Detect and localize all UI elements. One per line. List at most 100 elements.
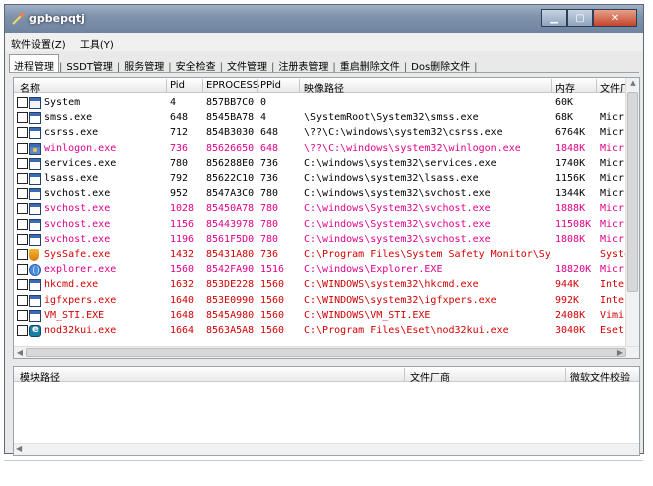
process-list[interactable]: 名称 Pid EPROCESS PPid 映像路径 内存 文件厂 System 4…	[13, 77, 640, 359]
tab-process[interactable]: 进程管理	[9, 54, 59, 73]
cell-ppid: 1516	[260, 264, 285, 276]
cell-ppid: 736	[260, 173, 279, 184]
app-window-icon	[29, 188, 41, 201]
col-module-vendor[interactable]: 文件厂商	[410, 369, 450, 384]
maximize-button[interactable]: ▢	[567, 9, 593, 27]
process-row[interactable]: smss.exe 648 8545BA78 4 \SystemRoot\System32…	[14, 110, 639, 125]
module-list[interactable]: 模块路径 文件厂商 微软文件校验 ◀	[13, 366, 640, 456]
cell-path: C:\WINDOWS\VM_STI.EXE	[304, 309, 431, 321]
process-row[interactable]: hkcmd.exe 1632 853DE228 1560 C:\WINDOWS\syst…	[14, 277, 639, 292]
cell-eprocess: 8561F5D0	[206, 233, 255, 245]
tab-files[interactable]: 文件管理	[223, 55, 271, 73]
minimize-button[interactable]: ▁	[541, 9, 567, 27]
cell-ppid: 648	[260, 142, 279, 154]
process-row[interactable]: lsass.exe 792 85622C10 736 C:\windows\system…	[14, 171, 639, 186]
cell-name: smss.exe	[44, 112, 93, 124]
col-name[interactable]: 名称	[20, 80, 40, 95]
explorer-icon	[29, 264, 41, 277]
cell-ppid: 780	[260, 233, 279, 245]
row-checkbox[interactable]	[17, 112, 28, 124]
cell-vendor: Micr	[600, 264, 625, 276]
cell-name: hkcmd.exe	[44, 279, 99, 291]
process-row[interactable]: svchost.exe 1028 85450A78 780 C:\windows\Sys…	[14, 201, 639, 216]
process-row[interactable]: System 4 857BB7C0 0 60K	[14, 95, 639, 110]
row-checkbox[interactable]	[17, 249, 28, 260]
process-row[interactable]: winlogon.exe 736 85626650 648 \??\C:\windows…	[14, 141, 639, 156]
process-row[interactable]: explorer.exe 1560 8542FA90 1516 C:\windows\E…	[14, 262, 639, 277]
tab-security[interactable]: 安全检查	[172, 55, 220, 73]
tab-dos-delete[interactable]: Dos删除文件	[407, 55, 474, 73]
cell-vendor: Vimic	[600, 309, 626, 321]
cell-eprocess: 856288E0	[206, 157, 255, 169]
cell-path: C:\windows\System32\svchost.exe	[304, 218, 491, 230]
cell-name: explorer.exe	[44, 264, 117, 276]
process-row[interactable]: nod32kui.exe 1664 8563A5A8 1560 C:\Program F…	[14, 323, 639, 338]
cell-vendor: Micr	[600, 233, 625, 245]
cell-vendor: Intel	[600, 279, 626, 291]
cell-vendor: Intel	[600, 294, 626, 306]
cell-ppid: 780	[260, 203, 279, 215]
cell-ppid: 648	[260, 127, 279, 139]
menu-settings[interactable]: 软件设置(Z)	[5, 33, 71, 51]
process-row[interactable]: svchost.exe 952 8547A3C0 780 C:\windows\syst…	[14, 186, 639, 201]
title-bar[interactable]: gpbepqtj ▁ ▢ ✕	[5, 5, 643, 33]
row-checkbox[interactable]	[17, 233, 28, 245]
row-checkbox[interactable]	[17, 97, 28, 108]
row-checkbox[interactable]	[17, 325, 28, 336]
tab-ssdt[interactable]: SSDT管理	[62, 55, 117, 73]
module-horizontal-scrollbar[interactable]: ◀	[14, 443, 639, 455]
process-row[interactable]: igfxpers.exe 1640 853E0990 1560 C:\WINDOWS\s…	[14, 293, 639, 308]
cell-vendor: Micr	[600, 157, 625, 169]
col-pid[interactable]: Pid	[170, 80, 185, 91]
col-eprocess[interactable]: EPROCESS	[206, 80, 259, 91]
vertical-scrollbar[interactable]: ▲	[625, 78, 639, 348]
row-checkbox[interactable]	[17, 264, 28, 276]
cell-ppid: 1560	[260, 294, 285, 306]
process-row[interactable]: csrss.exe 712 854B3030 648 \??\C:\windows\sy…	[14, 125, 639, 140]
process-row[interactable]: VM_STI.EXE 1648 8545A980 1560 C:\WINDOWS\VM_…	[14, 308, 639, 323]
system-icon	[29, 97, 41, 109]
tab-registry[interactable]: 注册表管理	[274, 55, 332, 73]
col-module-verify[interactable]: 微软文件校验	[570, 369, 630, 384]
shield-icon	[29, 249, 41, 261]
cell-ppid: 780	[260, 218, 279, 230]
cell-mem: 1344K	[555, 188, 586, 200]
row-checkbox[interactable]	[17, 203, 28, 215]
cell-vendor: Micr	[600, 127, 625, 139]
row-checkbox[interactable]	[17, 188, 28, 200]
process-row[interactable]: svchost.exe 1196 8561F5D0 780 C:\windows\sys…	[14, 232, 639, 247]
cell-path: C:\windows\System32\svchost.exe	[304, 203, 491, 215]
row-checkbox[interactable]	[17, 279, 28, 291]
cell-eprocess: 85443978	[206, 218, 255, 230]
cell-vendor: Syste	[600, 249, 626, 260]
col-path[interactable]: 映像路径	[304, 80, 344, 95]
process-row[interactable]: services.exe 780 856288E0 736 C:\windows\sys…	[14, 156, 639, 171]
row-checkbox[interactable]	[17, 309, 28, 321]
row-checkbox[interactable]	[17, 294, 28, 306]
cell-mem: 1740K	[555, 157, 586, 169]
row-checkbox[interactable]	[17, 218, 28, 230]
col-module-path[interactable]: 模块路径	[20, 369, 60, 384]
cell-mem: 1848K	[555, 142, 586, 154]
cell-mem: 1808K	[555, 233, 586, 245]
row-checkbox[interactable]	[17, 142, 28, 154]
row-checkbox[interactable]	[17, 173, 28, 184]
process-row[interactable]: SysSafe.exe 1432 85431A80 736 C:\Program Fil…	[14, 247, 639, 262]
cell-ppid: 736	[260, 249, 279, 260]
col-memory[interactable]: 内存	[555, 80, 575, 95]
cell-eprocess: 853DE228	[206, 279, 255, 291]
tab-services[interactable]: 服务管理	[120, 55, 168, 73]
close-button[interactable]: ✕	[593, 9, 637, 27]
cell-eprocess: 8563A5A8	[206, 325, 255, 336]
cell-pid: 1028	[170, 203, 195, 215]
cell-name: services.exe	[44, 157, 117, 169]
tab-reboot-delete[interactable]: 重启删除文件	[336, 55, 404, 73]
row-checkbox[interactable]	[17, 157, 28, 169]
menu-tools[interactable]: 工具(Y)	[74, 33, 119, 51]
col-ppid[interactable]: PPid	[260, 80, 281, 91]
cell-path: \??\C:\windows\system32\winlogon.exe	[304, 142, 521, 154]
horizontal-scrollbar[interactable]: ◀ ▶	[14, 346, 639, 358]
cell-eprocess: 85626650	[206, 142, 255, 154]
process-row[interactable]: svchost.exe 1156 85443978 780 C:\windows\Sys…	[14, 217, 639, 232]
row-checkbox[interactable]	[17, 127, 28, 139]
